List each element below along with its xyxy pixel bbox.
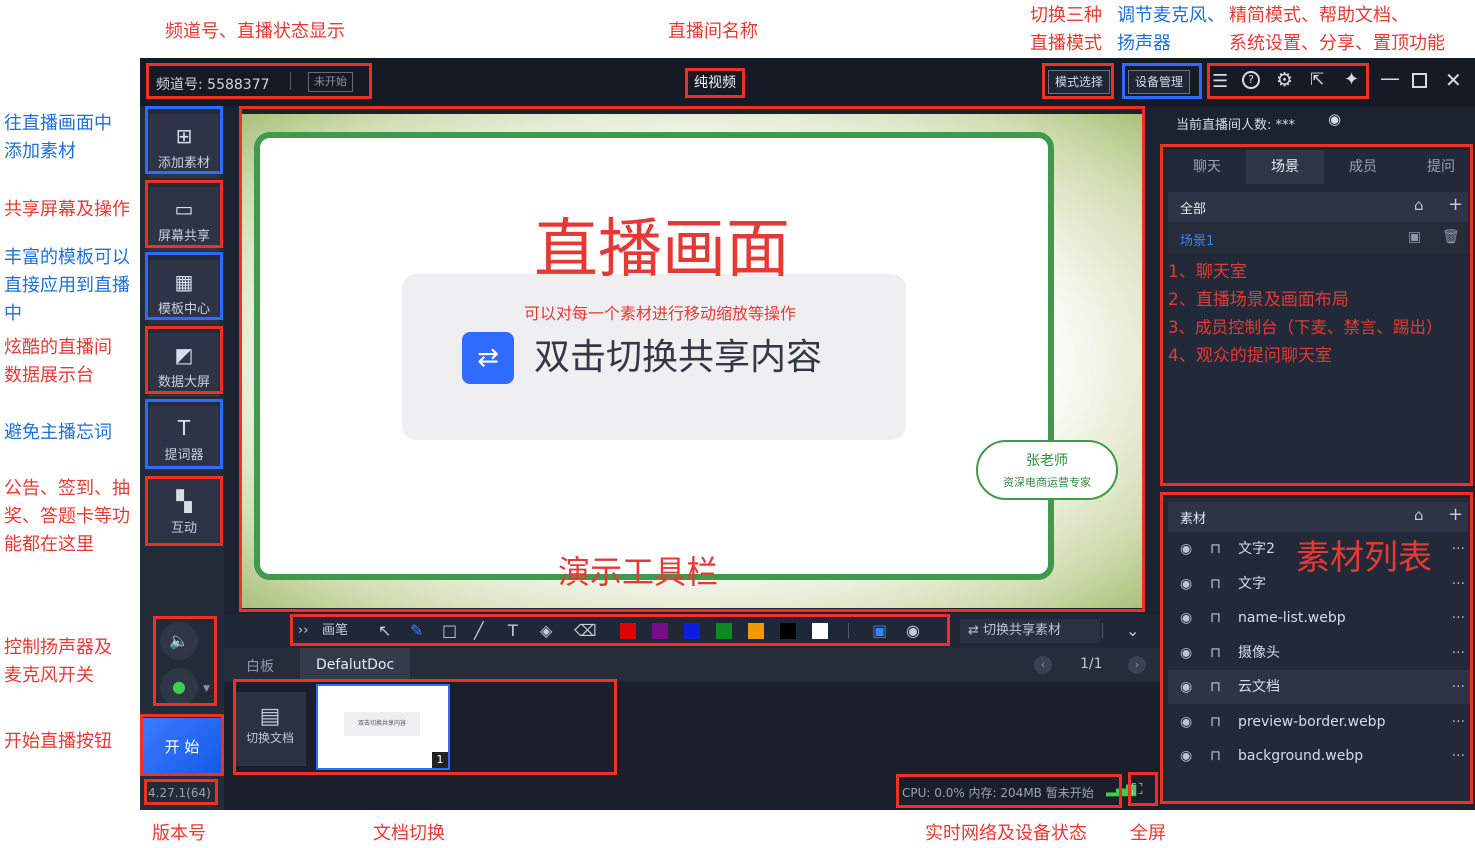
annotation-box-version: [144, 779, 218, 805]
annotation-tools-2: 系统设置、分享、置顶功能: [1229, 33, 1445, 54]
annotation-box-toolbar: [290, 614, 950, 646]
annotation-prompter: 避免主播忘词: [4, 422, 112, 443]
annotation-box-live-view: [239, 106, 1145, 612]
annotation-template: 丰富的模板可以: [4, 247, 130, 268]
annotation-channel-status: 频道号、直播状态显示: [165, 21, 345, 42]
annotation-version: 版本号: [152, 823, 206, 844]
annotation-box-doc-switch: [233, 679, 617, 775]
annotation-box-start: [140, 714, 224, 776]
annotation-box-scene-panel: [1160, 144, 1473, 486]
switch-material-label: 切换共享素材: [983, 623, 1062, 638]
annotation-audio: 控制扬声器及: [4, 637, 112, 658]
annotation-fullscreen: 全屏: [1130, 823, 1166, 844]
viewer-count-bar: 当前直播间人数: *** ◉: [1160, 106, 1475, 134]
annotation-box-interact: [145, 476, 223, 546]
annotation-box-room-name: [685, 68, 745, 98]
annotation-device: 调节麦克风、: [1117, 5, 1225, 26]
minimize-icon[interactable]: —: [1380, 66, 1400, 90]
annotation-doc-switch: 文档切换: [373, 823, 445, 844]
annotation-box-add-material: [145, 106, 223, 174]
annotation-add-material-2: 添加素材: [4, 141, 76, 162]
page-indicator: 1/1: [1080, 656, 1103, 672]
switch-material-icon: ⇄: [968, 623, 984, 638]
tab-default-doc[interactable]: DefalutDoc: [300, 648, 411, 682]
close-icon[interactable]: ✕: [1445, 68, 1462, 92]
annotation-mode-switch-2: 直播模式: [1030, 33, 1102, 54]
next-page-icon[interactable]: ›: [1128, 656, 1146, 674]
prev-page-icon[interactable]: ‹: [1034, 656, 1052, 674]
annotation-box-template: [145, 252, 223, 320]
annotation-box-audio: [153, 616, 217, 706]
annotation-template-2: 直接应用到直播: [4, 275, 130, 296]
annotation-box-net-status: [896, 774, 1122, 808]
annotation-box-channel: [146, 63, 372, 99]
annotation-tools: 精简模式、帮助文档、: [1229, 5, 1409, 26]
annotation-data-screen-2: 数据展示台: [4, 365, 94, 386]
annotation-net-status: 实时网络及设备状态: [925, 823, 1087, 844]
annotation-box-prompter: [145, 399, 223, 469]
collapse-toolbar-icon[interactable]: ⌄: [1126, 622, 1139, 640]
annotation-add-material: 往直播画面中: [4, 113, 112, 134]
annotation-box-tools: [1207, 63, 1369, 99]
annotation-start: 开始直播按钮: [4, 731, 112, 752]
annotation-data-screen: 炫酷的直播间: [4, 337, 112, 358]
annotation-template-3: 中: [4, 303, 22, 324]
annotation-box-screen-share: [145, 180, 223, 248]
annotation-box-data-screen: [145, 326, 223, 394]
toolbar-divider-2: [1102, 623, 1103, 639]
annotation-mode-switch: 切换三种: [1030, 5, 1102, 26]
annotation-audio-2: 麦克风开关: [4, 665, 94, 686]
maximize-icon[interactable]: [1412, 73, 1427, 88]
annotation-screen-share: 共享屏幕及操作: [4, 199, 130, 220]
annotation-interact-3: 能都在这里: [4, 534, 94, 555]
annotation-box-fullscreen: [1128, 772, 1158, 806]
annotation-interact-2: 奖、答题卡等功: [4, 506, 130, 527]
annotation-interact: 公告、签到、抽: [4, 478, 130, 499]
doc-tabs: 白板 DefalutDoc ‹ 1/1 ›: [224, 648, 1160, 682]
eye-icon[interactable]: ◉: [1328, 110, 1341, 128]
annotation-box-material-list: [1160, 492, 1473, 804]
switch-material-button[interactable]: ⇄ 切换共享素材: [960, 619, 1100, 643]
tab-whiteboard[interactable]: 白板: [246, 656, 274, 676]
annotation-device-2: 扬声器: [1117, 33, 1171, 54]
viewer-count: 当前直播间人数: ***: [1176, 118, 1296, 133]
annotation-room-name: 直播间名称: [668, 21, 758, 42]
annotation-box-mode: [1042, 63, 1114, 99]
annotation-box-device: [1122, 63, 1202, 99]
